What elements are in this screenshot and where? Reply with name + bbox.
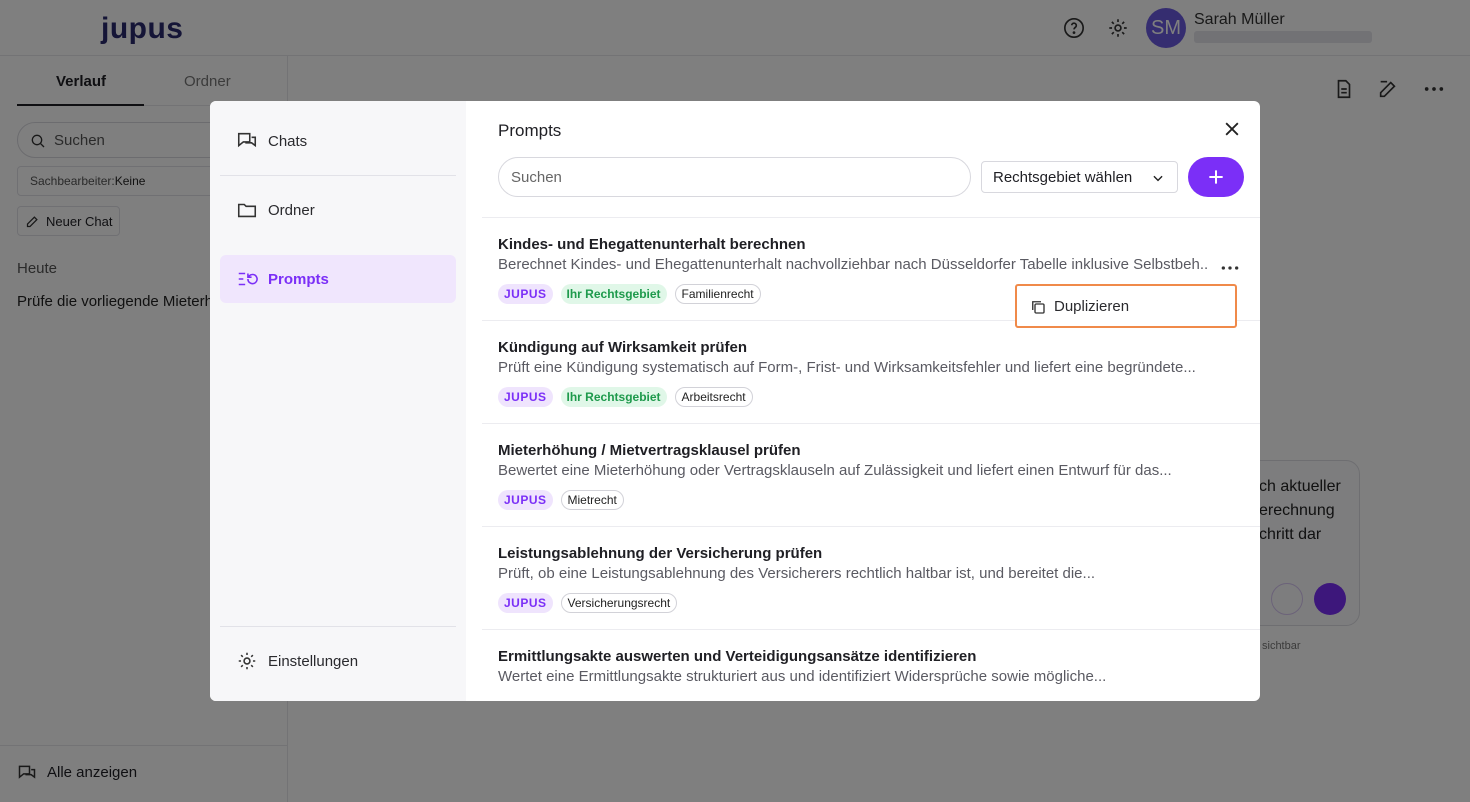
prompt-tags: JUPUS Ihr Rechtsgebiet Arbeitsrecht	[498, 387, 753, 407]
more-options-icon[interactable]	[1220, 258, 1240, 278]
copy-icon	[1032, 301, 1045, 314]
close-icon[interactable]	[1222, 119, 1242, 139]
prompt-title: Leistungsablehnung der Versicherung prüf…	[498, 545, 823, 562]
prompts-modal: Chats Ordner Prompts Einstellungen Promp…	[210, 101, 1260, 701]
prompt-search-input[interactable]	[498, 157, 971, 197]
nav-ordner-label: Ordner	[268, 201, 315, 219]
nav-chats[interactable]: Chats	[220, 117, 456, 165]
prompt-tags: JUPUS Mietrecht	[498, 490, 624, 510]
nav-settings[interactable]: Einstellungen	[220, 637, 456, 685]
legal-area-badge: Familienrecht	[674, 284, 761, 304]
prompt-tags: JUPUS Ihr Rechtsgebiet Familienrecht	[498, 284, 761, 304]
plus-icon	[1209, 170, 1223, 184]
prompt-item[interactable]: Mieterhöhung / Mietvertragsklausel prüfe…	[482, 424, 1260, 527]
source-badge: JUPUS	[498, 284, 553, 304]
chevron-down-icon	[1153, 175, 1163, 182]
prompt-item[interactable]: Leistungsablehnung der Versicherung prüf…	[482, 527, 1260, 630]
duplicate-label: Duplizieren	[1054, 298, 1130, 315]
prompt-title: Kindes- und Ehegattenunterhalt berechnen	[498, 236, 806, 253]
prompt-title: Kündigung auf Wirksamkeit prüfen	[498, 339, 748, 356]
prompt-list-icon	[238, 272, 258, 286]
nav-settings-label: Einstellungen	[268, 652, 359, 670]
legal-area-badge: Arbeitsrecht	[674, 387, 753, 407]
source-badge: JUPUS	[498, 593, 553, 613]
nav-chats-label: Chats	[268, 132, 308, 150]
legal-area-select[interactable]: Rechtsgebiet wählen	[981, 161, 1178, 193]
modal-sidebar: Chats Ordner Prompts Einstellungen	[210, 101, 466, 701]
own-area-badge: Ihr Rechtsgebiet	[560, 284, 667, 304]
prompt-description: Wertet eine Ermittlungsakte strukturiert…	[498, 668, 1107, 685]
prompt-tags: JUPUS Versicherungsrecht	[498, 593, 678, 613]
page-title: Prompts	[498, 121, 562, 140]
prompt-description: Berechnet Kindes- und Ehegattenunterhalt…	[498, 256, 1208, 273]
nav-prompts[interactable]: Prompts	[220, 255, 456, 303]
legal-area-badge: Mietrecht	[560, 490, 624, 510]
prompt-item[interactable]: Ermittlungsakte auswerten und Verteidigu…	[482, 630, 1260, 701]
prompt-item[interactable]: Kündigung auf Wirksamkeit prüfen Prüft e…	[482, 321, 1260, 424]
prompt-title: Ermittlungsakte auswerten und Verteidigu…	[498, 648, 977, 665]
duplicate-menu-item[interactable]: Duplizieren	[1015, 284, 1237, 328]
folder-icon	[237, 203, 257, 218]
own-area-badge: Ihr Rechtsgebiet	[560, 387, 667, 407]
nav-ordner[interactable]: Ordner	[220, 186, 456, 234]
prompt-description: Prüft eine Kündigung systematisch auf Fo…	[498, 359, 1196, 376]
legal-area-select-label: Rechtsgebiet wählen	[993, 169, 1133, 186]
chat-bubbles-icon	[237, 132, 257, 148]
prompts-panel: Prompts Rechtsgebiet wählen Kindes- und …	[466, 101, 1260, 701]
source-badge: JUPUS	[498, 387, 553, 407]
prompt-description: Prüft, ob eine Leistungsablehnung des Ve…	[498, 565, 1096, 582]
gear-icon	[238, 652, 256, 670]
legal-area-badge: Versicherungsrecht	[560, 593, 678, 613]
prompt-title: Mieterhöhung / Mietvertragsklausel prüfe…	[498, 442, 801, 459]
nav-divider	[220, 175, 456, 176]
add-prompt-button[interactable]	[1188, 157, 1244, 197]
nav-prompts-label: Prompts	[268, 270, 329, 288]
source-badge: JUPUS	[498, 490, 553, 510]
prompt-description: Bewertet eine Mieterhöhung oder Vertrags…	[498, 462, 1172, 479]
nav-divider	[220, 626, 456, 627]
